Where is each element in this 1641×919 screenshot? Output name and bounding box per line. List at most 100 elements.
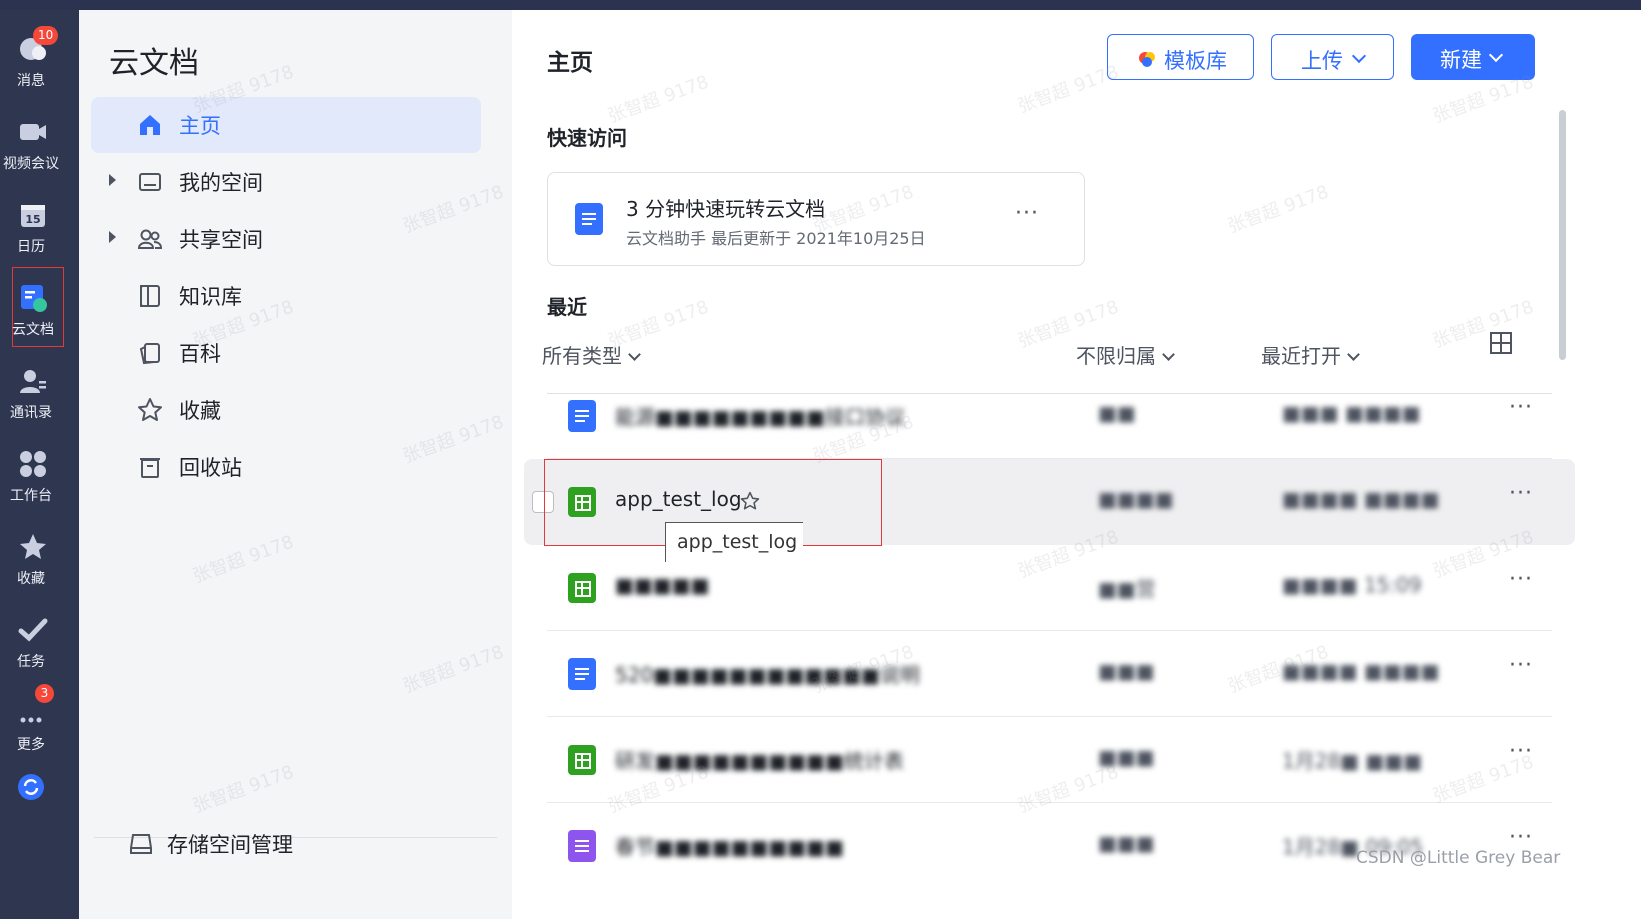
rail-item-contacts[interactable]: 通讯录 <box>0 350 79 430</box>
owner-filter-label: 不限归属 <box>1076 344 1156 368</box>
file-owner: ■■■ <box>1098 831 1155 855</box>
nav-item-shared-space[interactable]: 共享空间 <box>91 211 481 267</box>
type-filter-label: 所有类型 <box>542 344 622 368</box>
upload-label: 上传 <box>1301 49 1343 73</box>
list-item[interactable]: 520■■■■■■■■■■■■说明 ■■■ ■■■■ ■■■■ ··· <box>547 631 1552 717</box>
more-options-icon[interactable]: ··· <box>1509 739 1533 764</box>
nav-item-label: 共享空间 <box>179 228 263 252</box>
nav-item-my-space[interactable]: 我的空间 <box>91 154 481 210</box>
doc-icon <box>575 203 603 235</box>
chevron-down-icon <box>628 348 641 361</box>
row-checkbox[interactable] <box>532 491 554 513</box>
calendar-icon: 15 <box>21 205 45 227</box>
nav-item-knowledge-base[interactable]: 知识库 <box>91 268 481 324</box>
sync-icon[interactable] <box>17 773 45 801</box>
star-outline-icon[interactable] <box>740 491 760 511</box>
rail-item-label: 消息 <box>17 73 45 89</box>
file-owner: ■■■■ <box>1098 487 1174 511</box>
csdn-credit: CSDN @Little Grey Bear <box>1356 848 1561 868</box>
more-options-icon[interactable]: ··· <box>1509 481 1533 506</box>
checkmark-icon <box>18 618 48 642</box>
sort-dropdown[interactable]: 最近打开 <box>1261 340 1360 369</box>
doc-icon <box>568 400 596 432</box>
rail-item-label: 视频会议 <box>3 156 59 172</box>
main-scrollbar[interactable] <box>1559 110 1566 360</box>
rail-item-label: 工作台 <box>10 488 52 504</box>
workbench-grid-icon <box>20 451 46 477</box>
file-name: ■■■■■ <box>615 573 710 597</box>
file-name: 春节■■■■■■■■■■ <box>615 835 844 859</box>
file-owner: ■■■ <box>1098 659 1155 683</box>
people-icon <box>137 229 163 249</box>
more-options-icon[interactable]: ··· <box>1509 395 1533 420</box>
cards-icon <box>139 343 160 365</box>
page-title: 主页 <box>547 50 593 76</box>
nav-item-wiki[interactable]: 百科 <box>91 325 481 381</box>
star-icon <box>20 534 46 559</box>
rail-item-label: 通讯录 <box>10 405 52 421</box>
upload-button[interactable]: 上传 <box>1271 34 1394 80</box>
nav-item-label: 百科 <box>179 342 221 366</box>
rail-item-label: 云文档 <box>12 322 54 338</box>
storage-management[interactable]: 存储空间管理 <box>91 816 481 872</box>
list-item[interactable]: 能源■■■■■■■■■接口协议 ■■ ■■■ ■■■■ ··· <box>547 373 1552 459</box>
type-filter-dropdown[interactable]: 所有类型 <box>542 340 641 369</box>
list-item[interactable]: 研发■■■■■■■■■■统计表 ■■■ 1月28■ ■■■ ··· <box>547 717 1552 803</box>
nav-item-home[interactable]: 主页 <box>91 97 481 153</box>
nav-item-label: 主页 <box>179 114 221 138</box>
sheet-icon <box>568 487 596 517</box>
trash-icon <box>140 458 160 478</box>
rail-item-more[interactable]: 3 更多 <box>0 682 79 762</box>
file-time: ■■■ ■■■■ <box>1282 401 1421 425</box>
cloud-doc-icon <box>21 285 47 312</box>
chevron-down-icon <box>1162 348 1175 361</box>
nav-item-favorites[interactable]: 收藏 <box>91 382 481 438</box>
main-content: 主页 模板库 上传 新建 快速访问 3 分钟快速玩转云文档 云文档助手 最后更新… <box>512 10 1641 919</box>
template-palette-icon <box>1139 52 1155 67</box>
template-library-label: 模板库 <box>1164 49 1227 73</box>
more-options-icon[interactable]: ··· <box>1015 201 1039 226</box>
svg-text:15: 15 <box>25 213 40 226</box>
file-name: app_test_log <box>615 487 742 511</box>
rail-item-label: 任务 <box>17 654 45 670</box>
nav-item-trash[interactable]: 回收站 <box>91 439 481 495</box>
rail-item-calendar[interactable]: 15 日历 <box>0 184 79 264</box>
more-options-icon[interactable]: ··· <box>1509 653 1533 678</box>
new-button[interactable]: 新建 <box>1411 34 1535 80</box>
quick-access-card[interactable]: 3 分钟快速玩转云文档 云文档助手 最后更新于 2021年10月25日 ··· <box>547 172 1085 266</box>
file-time: ■■■■ ■■■■ <box>1282 487 1440 511</box>
quick-access-heading: 快速访问 <box>547 126 627 150</box>
sort-label: 最近打开 <box>1261 344 1341 368</box>
template-library-button[interactable]: 模板库 <box>1107 34 1254 80</box>
file-name: 520■■■■■■■■■■■■说明 <box>615 663 920 687</box>
rail-item-cloud-docs[interactable]: 云文档 <box>12 267 64 347</box>
file-owner: ■■营 <box>1098 577 1156 601</box>
storage-drive-icon <box>130 834 152 854</box>
grid-view-icon[interactable] <box>1490 332 1512 354</box>
file-time: 1月28■ ■■■ <box>1282 749 1423 773</box>
list-icon <box>568 830 596 862</box>
rail-item-messages[interactable]: 10 消息 <box>0 18 79 98</box>
expand-caret-icon[interactable] <box>109 174 116 186</box>
nav-item-label: 回收站 <box>179 456 242 480</box>
recent-heading: 最近 <box>547 295 587 319</box>
nav-title: 云文档 <box>109 46 199 81</box>
quick-card-title: 3 分钟快速玩转云文档 <box>626 197 826 221</box>
rail-item-favorites[interactable]: 收藏 <box>0 516 79 596</box>
rail-item-workbench[interactable]: 工作台 <box>0 433 79 513</box>
rail-item-tasks[interactable]: 任务 <box>0 599 79 679</box>
owner-filter-dropdown[interactable]: 不限归属 <box>1076 340 1175 369</box>
new-label: 新建 <box>1440 48 1482 72</box>
list-item[interactable]: 春节■■■■■■■■■■ ■■■ 1月28■ 09:05 ··· <box>547 803 1552 889</box>
more-options-icon[interactable]: ··· <box>1509 825 1533 850</box>
app-rail: 10 消息 视频会议 15 日历 云文档 通讯录 工作台 收藏 任务 3 更多 <box>0 10 79 919</box>
rail-item-video-meeting[interactable]: 视频会议 <box>0 101 79 181</box>
file-time: ■■■■ ■■■■ <box>1282 659 1440 683</box>
contacts-icon <box>20 370 46 393</box>
nav-item-label: 收藏 <box>179 399 221 423</box>
expand-caret-icon[interactable] <box>109 231 116 243</box>
nav-item-label: 知识库 <box>179 285 242 309</box>
more-options-icon[interactable]: ··· <box>1509 567 1533 592</box>
storage-label: 存储空间管理 <box>167 833 293 857</box>
folder-icon <box>139 173 161 191</box>
